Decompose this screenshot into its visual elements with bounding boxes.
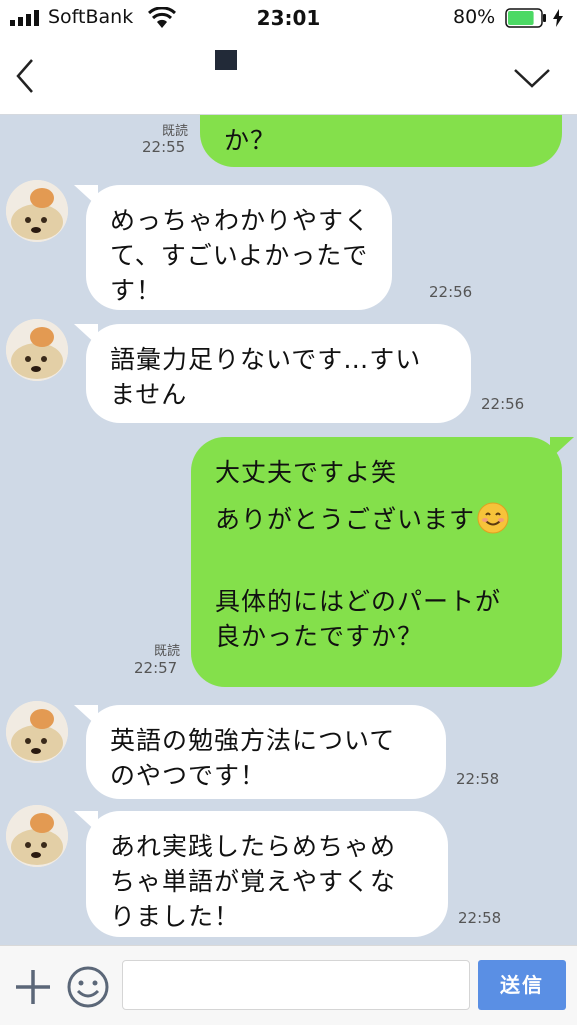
message-time: 22:56	[481, 395, 525, 413]
message-input[interactable]	[122, 960, 470, 1010]
message-text-line: ありがとうございます	[215, 502, 538, 537]
smiley-icon[interactable]	[66, 965, 110, 1009]
message-text: ありがとうございます	[215, 505, 476, 534]
dog-avatar-icon	[6, 805, 68, 867]
message-text: 具体的にはどのパートが	[215, 587, 502, 616]
message-text: 英語の勉強方法について	[110, 726, 396, 755]
message-text: て、すごいよかったで	[110, 241, 369, 270]
message-text: 大丈夫ですよ笑	[215, 458, 398, 487]
dog-avatar-icon	[6, 701, 68, 763]
contact-avatar[interactable]	[6, 319, 68, 381]
contact-name-redacted	[215, 50, 352, 96]
send-button[interactable]: 送信	[478, 960, 566, 1010]
message-text: 語彙力足りないです…すい	[110, 345, 422, 374]
charging-bolt-icon	[553, 9, 563, 27]
input-bar: 送信	[0, 945, 577, 1025]
chevron-left-icon[interactable]	[10, 56, 40, 96]
message-text: 良かったですか？	[215, 622, 424, 651]
read-receipt: 既読	[153, 644, 180, 659]
message-time: 22:56	[429, 283, 473, 301]
chat-header	[0, 38, 577, 115]
incoming-message[interactable]: めっちゃわかりやすく て、すごいよかったで す！	[86, 185, 392, 310]
contact-avatar[interactable]	[6, 701, 68, 763]
read-receipt: 既読	[161, 124, 188, 139]
outgoing-message[interactable]: 大丈夫ですよ笑 ありがとうございます 具体的にはどのパートが 良かったですか？	[191, 437, 562, 687]
message-text: す！	[110, 276, 163, 305]
outgoing-message[interactable]: か？	[200, 115, 562, 167]
plus-icon[interactable]	[14, 968, 52, 1006]
chevron-down-icon[interactable]	[512, 66, 552, 90]
battery-percent: 80%	[453, 6, 496, 28]
message-text: めっちゃわかりやすく	[110, 206, 371, 235]
battery-icon	[505, 8, 546, 28]
status-bar: SoftBank 23:01 80%	[0, 0, 577, 38]
message-text: か？	[224, 126, 277, 155]
dog-avatar-icon	[6, 319, 68, 381]
message-time: 22:58	[458, 909, 502, 927]
smiling-face-icon	[477, 502, 509, 534]
message-time: 22:55	[142, 138, 186, 156]
incoming-message[interactable]: 語彙力足りないです…すい ません	[86, 324, 471, 423]
incoming-message[interactable]: あれ実践したらめちゃめ ちゃ単語が覚えやすくな りました！	[86, 811, 448, 937]
redaction-block	[215, 50, 237, 70]
dog-avatar-icon	[6, 180, 68, 242]
message-list[interactable]: か？ 既読 22:55 めっちゃわかりやすく て、すごいよかったで す！ 22:…	[0, 115, 577, 945]
message-text	[215, 537, 538, 572]
message-text: のやつです！	[110, 761, 267, 790]
incoming-message[interactable]: 英語の勉強方法について のやつです！	[86, 705, 446, 799]
message-text: ちゃ単語が覚えやすくな	[110, 867, 397, 896]
message-time: 22:58	[456, 770, 500, 788]
message-text: あれ実践したらめちゃめ	[110, 832, 397, 861]
message-time: 22:57	[134, 659, 178, 677]
contact-avatar[interactable]	[6, 180, 68, 242]
message-text: ません	[110, 380, 188, 409]
message-text: りました！	[110, 902, 241, 931]
contact-avatar[interactable]	[6, 805, 68, 867]
